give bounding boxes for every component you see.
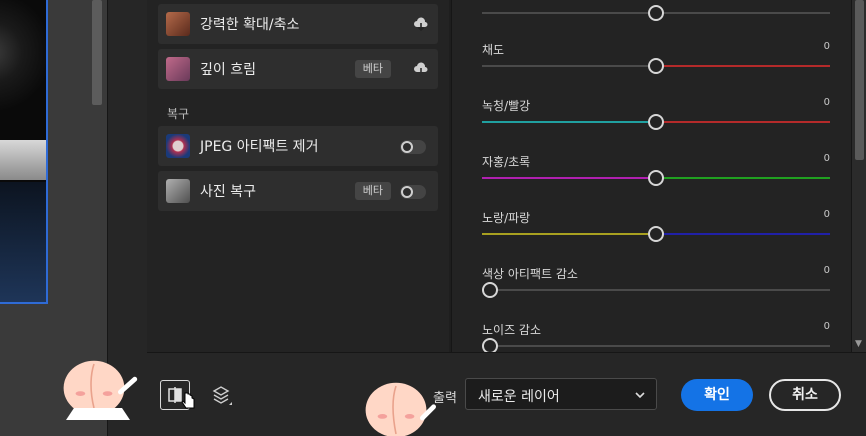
- panel-scrollbar[interactable]: ▼: [851, 0, 866, 352]
- filter-list-panel: 강력한 확대/축소 깊이 흐림 베타 복구 JPEG 아티팩트 제거 사진 복구…: [147, 0, 449, 352]
- filter-label: 사진 복구: [200, 184, 256, 200]
- slider-value: 0: [823, 321, 830, 332]
- filter-toggle[interactable]: [400, 185, 426, 199]
- slider-value: 0: [823, 97, 830, 108]
- slider-knob[interactable]: [482, 282, 498, 298]
- slider-knob[interactable]: [648, 226, 664, 242]
- filter-item-superzoom[interactable]: 강력한 확대/축소: [158, 4, 438, 44]
- filter-thumbnail: [166, 134, 190, 158]
- adjustment-sliders-panel: 채도 0 녹청/빨강 0 자홍/초록 0 노랑/파랑 0 색상 아티팩트 감소 …: [451, 0, 851, 354]
- beta-badge: 베타: [354, 182, 391, 200]
- layers-icon[interactable]: [207, 381, 235, 409]
- slider-value: 0: [823, 153, 830, 164]
- cloud-download-icon[interactable]: [413, 61, 429, 77]
- cloud-download-icon[interactable]: [413, 16, 429, 32]
- filter-label: 강력한 확대/축소: [200, 17, 300, 33]
- chevron-down-icon: [635, 392, 645, 399]
- slider-label: 녹청/빨강: [482, 99, 531, 113]
- slider-row-saturation: 채도 0: [482, 41, 830, 81]
- slider-value: 0: [823, 265, 830, 276]
- filter-toggle[interactable]: [400, 140, 426, 154]
- slider-track[interactable]: [482, 289, 830, 291]
- slider-value: 0: [823, 41, 830, 52]
- slider-row-yellow-blue: 노랑/파랑 0: [482, 209, 830, 249]
- slider-row: [482, 0, 830, 28]
- slider-row-color-artifact-reduction: 색상 아티팩트 감소 0: [482, 265, 830, 305]
- slider-label: 색상 아티팩트 감소: [482, 267, 578, 281]
- slider-row-cyan-red: 녹청/빨강 0: [482, 97, 830, 137]
- slider-knob[interactable]: [648, 114, 664, 130]
- slider-knob[interactable]: [648, 58, 664, 74]
- filter-item-jpeg-artifacts[interactable]: JPEG 아티팩트 제거: [158, 126, 438, 166]
- filter-item-depth-blur[interactable]: 깊이 흐림 베타: [158, 49, 438, 89]
- slider-value: 0: [823, 209, 830, 220]
- slider-label: 노이즈 감소: [482, 323, 542, 337]
- filter-thumbnail: [166, 12, 190, 36]
- filter-label: 깊이 흐림: [200, 62, 256, 78]
- slider-label: 채도: [482, 43, 505, 57]
- peach-character-icon: [365, 382, 436, 436]
- filter-thumbnail: [166, 179, 190, 203]
- section-label-restore: 복구: [167, 107, 190, 121]
- dialog-footer: 출력 새로운 레이어 확인 취소: [147, 352, 866, 436]
- output-select[interactable]: 새로운 레이어: [465, 378, 657, 410]
- slider-label: 노랑/파랑: [482, 211, 531, 225]
- output-select-value: 새로운 레이어: [478, 389, 560, 405]
- filter-item-photo-restoration[interactable]: 사진 복구 베타: [158, 171, 438, 211]
- peach-character-icon: [63, 360, 138, 420]
- ok-button[interactable]: 확인: [681, 379, 753, 411]
- chevron-down-icon[interactable]: ▼: [855, 339, 862, 349]
- filter-label: JPEG 아티팩트 제거: [200, 139, 319, 155]
- slider-knob[interactable]: [648, 170, 664, 186]
- slider-label: 자홍/초록: [482, 155, 531, 169]
- hand-cursor-icon: [181, 392, 195, 409]
- slider-knob[interactable]: [648, 5, 664, 21]
- document-photo: [0, 0, 48, 304]
- slider-track[interactable]: [482, 345, 830, 347]
- filter-thumbnail: [166, 57, 190, 81]
- beta-badge: 베타: [354, 60, 391, 78]
- cancel-button[interactable]: 취소: [769, 379, 841, 411]
- slider-row-magenta-green: 자홍/초록 0: [482, 153, 830, 193]
